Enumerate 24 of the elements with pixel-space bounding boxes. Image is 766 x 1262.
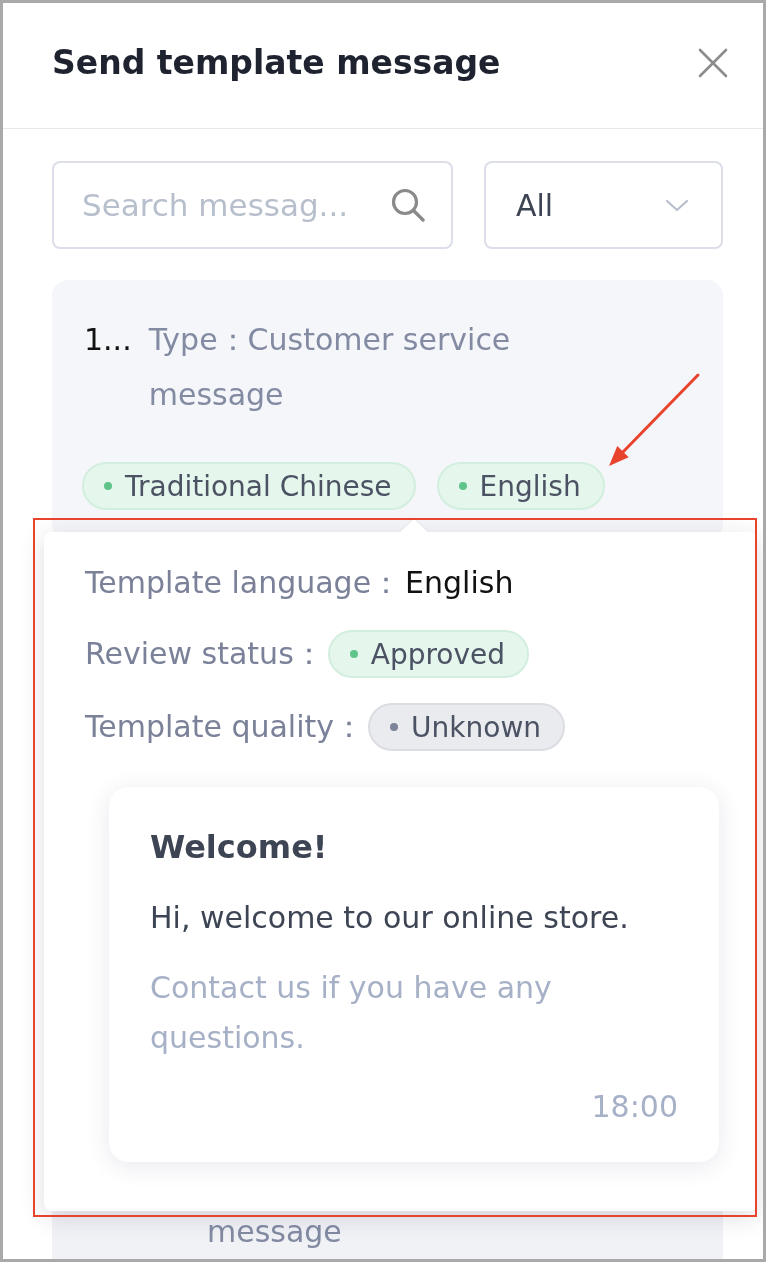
dialog-title: Send template message [52,42,501,83]
search-field[interactable]: Search messag... [52,161,453,249]
field-value: English [405,564,514,602]
tag-dot-icon [104,482,112,490]
field-label: Template quality： [85,708,365,746]
close-button[interactable] [698,47,728,78]
template-index: 1... [84,321,132,359]
message-time: 18:00 [591,1088,678,1126]
language-tag: English [436,462,605,510]
field-label: Review status： [85,635,324,673]
search-icon [391,188,425,222]
field-label: Template language： [85,564,402,602]
template-type: Type：Customer service message [148,321,512,414]
status-badge: Approved [327,630,530,678]
filter-select[interactable]: All [484,161,723,249]
template-type: message [207,1215,342,1249]
language-tag: Traditional Chinese [82,462,416,510]
preview-footer: Contact us if you have any questions. [150,963,678,1063]
status-badge: Unknown [368,703,566,751]
tag-dot-icon [458,482,467,490]
close-icon [698,47,728,78]
preview-header: Welcome! [150,827,329,867]
preview-body: Hi, welcome to our online store. [150,899,630,937]
chevron-down-icon [665,198,689,212]
